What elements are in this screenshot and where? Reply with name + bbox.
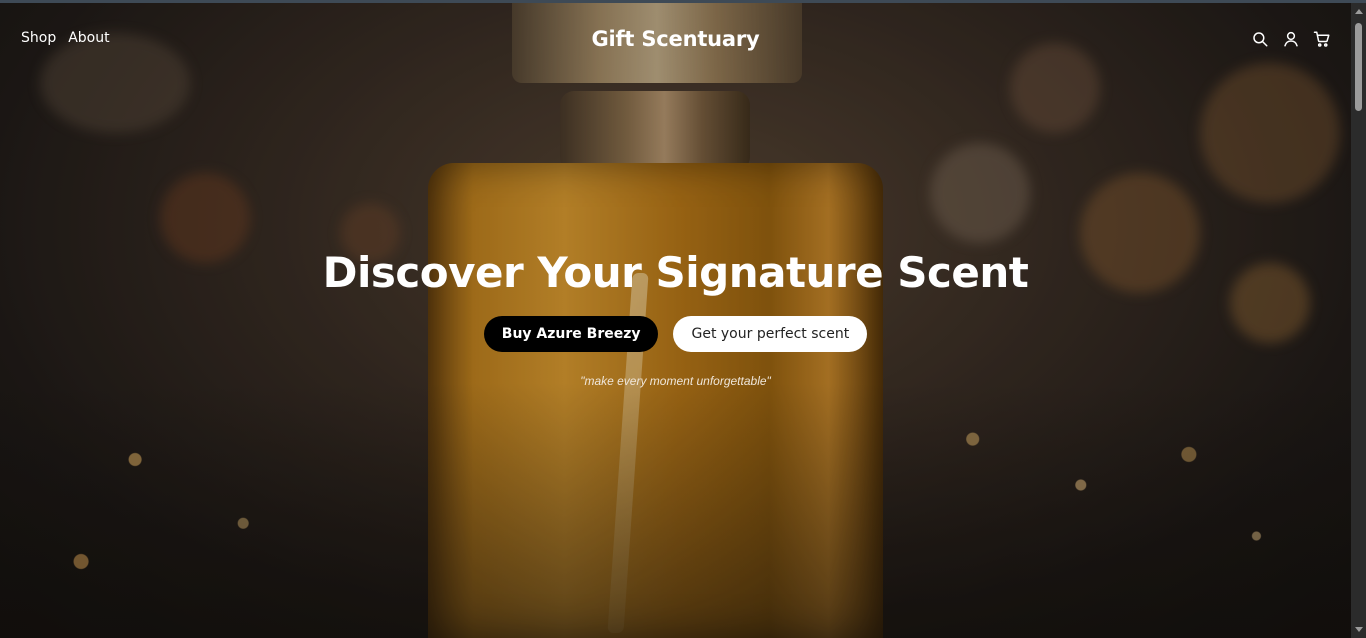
scrollbar-thumb[interactable] xyxy=(1355,23,1362,111)
get-perfect-scent-button[interactable]: Get your perfect scent xyxy=(673,316,868,352)
brand-logo-text[interactable]: Gift Scentuary xyxy=(0,27,1351,51)
scroll-up-arrow-icon[interactable] xyxy=(1355,9,1363,14)
scroll-down-arrow-icon[interactable] xyxy=(1355,627,1363,632)
hero-cta-row: Buy Azure Breezy Get your perfect scent xyxy=(0,316,1351,352)
user-icon[interactable] xyxy=(1282,30,1300,48)
hero-tagline: "make every moment unforgettable" xyxy=(580,374,771,388)
vertical-scrollbar[interactable] xyxy=(1351,3,1366,638)
hero-content: Discover Your Signature Scent Buy Azure … xyxy=(0,248,1351,388)
top-navigation: Shop About Gift Scentuary xyxy=(0,3,1351,75)
window-frame-top xyxy=(0,0,1366,3)
nav-icons xyxy=(1251,30,1331,48)
hero-headline: Discover Your Signature Scent xyxy=(322,248,1029,297)
search-icon[interactable] xyxy=(1251,30,1269,48)
cart-icon[interactable] xyxy=(1313,30,1331,48)
buy-azure-breezy-button[interactable]: Buy Azure Breezy xyxy=(483,316,659,352)
